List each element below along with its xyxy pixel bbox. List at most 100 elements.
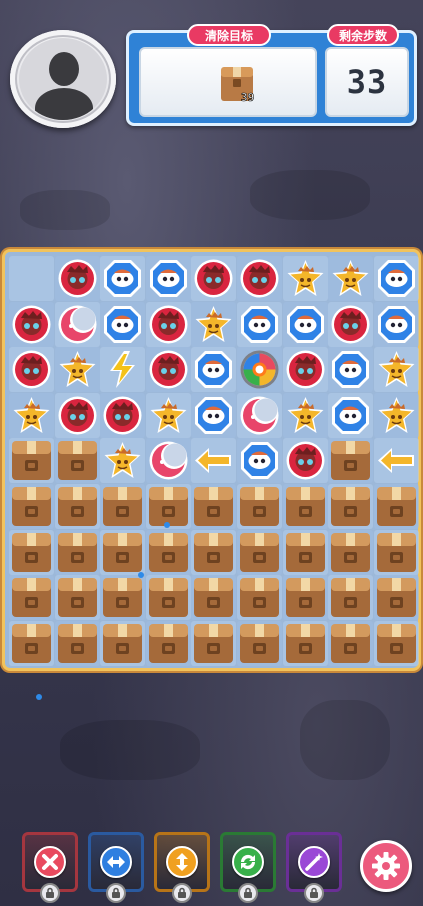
board-cell[interactable] [191,529,237,575]
board-cell[interactable] [145,529,191,575]
board-cell[interactable] [145,256,191,301]
board-cell[interactable] [145,575,191,621]
board-cell[interactable] [373,438,419,484]
booster-button[interactable] [154,832,210,903]
red-spiky-creature-piece [193,258,234,299]
board-cell[interactable] [9,392,54,438]
board-cell[interactable] [373,301,419,347]
board-cell[interactable] [328,347,374,393]
board-cell[interactable] [373,484,419,529]
board-cell[interactable] [100,392,146,438]
board-cell[interactable] [100,575,146,621]
board-cell[interactable] [9,529,54,575]
board-cell[interactable] [100,347,146,393]
board-cell[interactable] [54,484,100,529]
board-cell[interactable] [237,529,282,575]
board-cell[interactable] [54,575,100,621]
board-cell[interactable] [373,347,419,393]
board-cell[interactable] [191,438,237,484]
board-cell[interactable] [328,529,374,575]
board-cell[interactable] [145,392,191,438]
board-cell[interactable] [100,438,146,484]
settings-button[interactable] [360,840,412,892]
board-cell[interactable] [328,392,374,438]
board-cell[interactable] [100,620,146,666]
player-avatar[interactable] [10,30,116,128]
board-cell[interactable] [9,575,54,621]
board-cell[interactable] [282,301,328,347]
board-cell[interactable] [191,392,237,438]
board-cell[interactable] [237,392,282,438]
board-cell[interactable] [100,256,146,301]
board-cell[interactable] [328,484,374,529]
board-cell[interactable] [145,301,191,347]
board-cell[interactable] [237,575,282,621]
cardboard-box-blocker [11,623,52,664]
board-cell[interactable] [191,347,237,393]
board-cell[interactable] [282,256,328,301]
yellow-star-piece [376,349,417,390]
board-cell[interactable] [54,529,100,575]
board-cell[interactable] [282,347,328,393]
board-cell[interactable] [237,301,282,347]
red-spiky-creature-piece [285,440,326,481]
board-cell[interactable] [191,620,237,666]
board-cell[interactable] [328,575,374,621]
cardboard-box-blocker [285,486,326,527]
board-cell[interactable] [373,392,419,438]
board-cell[interactable] [54,392,100,438]
board-cell[interactable] [328,438,374,484]
cardboard-box-blocker [376,623,417,664]
board-cell[interactable] [237,438,282,484]
booster-button[interactable] [220,832,276,903]
yellow-star-piece [102,440,143,481]
moves-box: 33 [325,47,409,117]
board-cell[interactable] [9,301,54,347]
board-cell[interactable] [9,484,54,529]
board-cell[interactable] [237,256,282,301]
board-cell[interactable] [328,256,374,301]
board-cell[interactable] [282,438,328,484]
board-cell[interactable] [100,484,146,529]
board-cell[interactable] [100,301,146,347]
board-cell[interactable] [145,620,191,666]
board-cell[interactable] [145,347,191,393]
board-cell[interactable] [328,620,374,666]
board-cell[interactable] [54,347,100,393]
yellow-star-piece [330,258,371,299]
board-cell[interactable] [54,438,100,484]
board-cell[interactable] [373,620,419,666]
lock-icon [172,883,192,903]
board-cell[interactable] [9,438,54,484]
cardboard-box-blocker [57,486,98,527]
board-cell[interactable] [237,347,282,393]
board-cell[interactable] [54,620,100,666]
board-cell[interactable] [373,529,419,575]
board-cell[interactable] [282,529,328,575]
booster-button[interactable] [22,832,78,903]
board-cell[interactable] [328,301,374,347]
board-cell[interactable] [282,575,328,621]
board-cell[interactable] [237,620,282,666]
board-cell[interactable] [191,256,237,301]
board-cell[interactable] [373,256,419,301]
board-cell[interactable] [282,392,328,438]
board-cell[interactable] [282,484,328,529]
cardboard-box-blocker [102,486,143,527]
board-cell[interactable] [191,301,237,347]
board-cell[interactable] [145,438,191,484]
board-cell[interactable] [54,301,100,347]
board-cell[interactable] [191,575,237,621]
board-cell[interactable] [191,484,237,529]
booster-button[interactable] [88,832,144,903]
booster-button[interactable] [286,832,342,903]
board-cell[interactable] [282,620,328,666]
board-cell[interactable] [54,256,100,301]
board-cell[interactable] [373,575,419,621]
board-cell[interactable] [100,529,146,575]
board-cell[interactable] [9,347,54,393]
board-cell[interactable] [237,484,282,529]
particle [164,522,170,528]
level-info-panel: 39 清除目标 33 剩余步数 [126,24,417,126]
board-cell[interactable] [9,620,54,666]
